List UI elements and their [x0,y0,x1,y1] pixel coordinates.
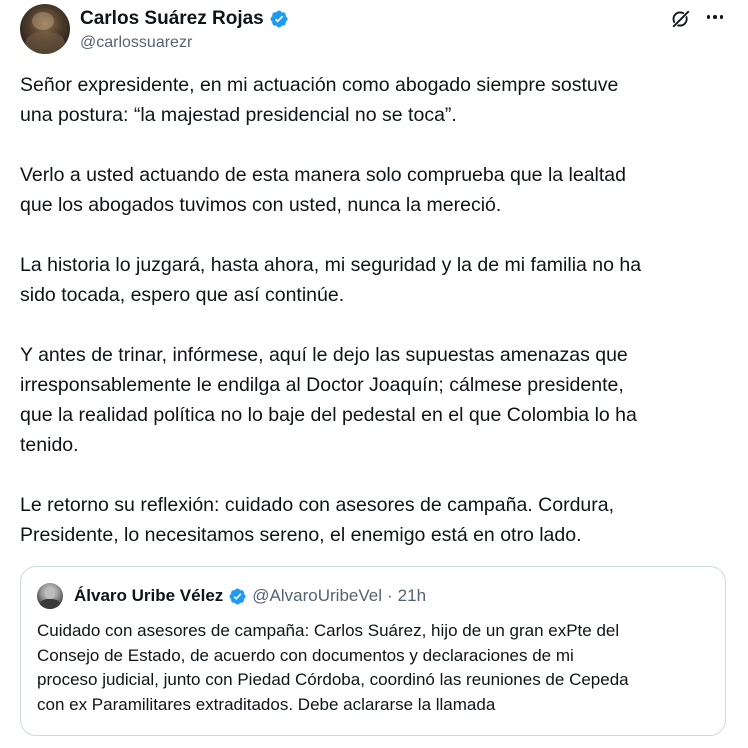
tweet-paragraph: Y antes de trinar, infórmese, aquí le de… [20,344,637,456]
author-display-name[interactable]: Carlos Suárez Rojas [80,8,264,30]
quoted-author-avatar[interactable] [37,583,63,609]
author-avatar[interactable] [20,4,70,54]
quoted-tweet-text: Cuidado con asesores de campaña: Carlos … [37,621,629,714]
tweet-paragraph: Le retorno su reflexión: cuidado con ase… [20,494,615,546]
author-name-row: Carlos Suárez Rojas [80,8,289,30]
quoted-author-handle[interactable]: @AlvaroUribeVel [252,586,382,606]
quoted-tweet-header: Álvaro Uribe Vélez @AlvaroUribeVel · 21h [37,583,426,609]
quoted-tweet[interactable]: Álvaro Uribe Vélez @AlvaroUribeVel · 21h… [20,566,726,736]
verified-badge-icon[interactable] [228,587,247,606]
tweet-paragraph: Señor expresidente, en mi actuación como… [20,74,619,126]
separator-dot: · [386,586,393,605]
more-icon[interactable] [702,4,728,30]
quoted-author-name[interactable]: Álvaro Uribe Vélez [74,586,223,606]
tweet-header: Carlos Suárez Rojas @carlossuarezr [20,4,728,56]
tweet-paragraph: La historia lo juzgará, hasta ahora, mi … [20,254,642,306]
tweet-paragraph: Verlo a usted actuando de esta manera so… [20,164,626,216]
author-handle[interactable]: @carlossuarezr [80,34,192,52]
quoted-timestamp[interactable]: 21h [398,586,426,606]
tweet-text: Señor expresidente, en mi actuación como… [20,70,732,580]
verified-badge-icon[interactable] [269,9,289,29]
grok-icon[interactable] [670,8,692,30]
